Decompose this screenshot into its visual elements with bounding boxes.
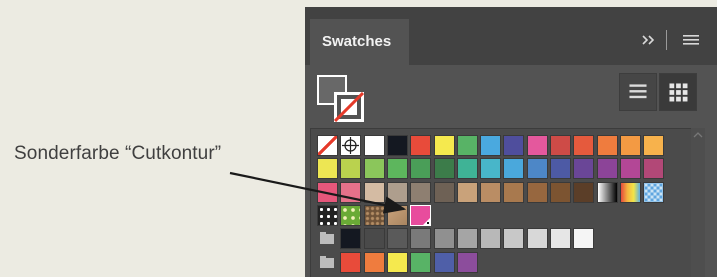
swatch[interactable]: [526, 135, 548, 156]
swatches-panel: Swatches: [305, 7, 717, 277]
swatch[interactable]: [363, 228, 385, 250]
swatch[interactable]: [410, 135, 432, 156]
swatch[interactable]: [410, 251, 432, 273]
swatch[interactable]: [386, 251, 408, 273]
swatch[interactable]: [456, 158, 478, 180]
swatch-pattern-leaf[interactable]: [340, 204, 362, 226]
swatch-group-folder-icon[interactable]: [317, 228, 338, 249]
swatch[interactable]: [386, 181, 408, 203]
swatch[interactable]: [386, 135, 408, 156]
swatch[interactable]: [619, 158, 641, 180]
swatch[interactable]: [340, 181, 362, 203]
swatch[interactable]: [573, 158, 595, 180]
collapse-panel-icon[interactable]: [640, 33, 656, 47]
swatch[interactable]: [503, 228, 525, 250]
swatch[interactable]: [573, 135, 595, 156]
swatch-pattern-check[interactable]: [643, 181, 665, 203]
tab-bar-divider: [666, 30, 667, 50]
swatch[interactable]: [433, 228, 455, 250]
swatch[interactable]: [410, 181, 432, 203]
swatch[interactable]: [410, 228, 432, 250]
swatch[interactable]: [340, 228, 362, 250]
swatch[interactable]: [480, 228, 502, 250]
swatch-grid: [310, 128, 704, 277]
grid-view-icon[interactable]: [659, 73, 697, 111]
swatch[interactable]: [526, 158, 548, 180]
scroll-up-icon[interactable]: [691, 128, 705, 142]
swatch[interactable]: [386, 158, 408, 180]
swatch[interactable]: [526, 181, 548, 203]
swatch[interactable]: [456, 135, 478, 156]
swatch[interactable]: [550, 158, 571, 180]
swatch-gradient-rainbow[interactable]: [619, 181, 641, 203]
swatch[interactable]: [363, 158, 385, 180]
swatch[interactable]: [363, 135, 385, 156]
swatch[interactable]: [503, 181, 525, 203]
view-toggle-group: [619, 73, 701, 111]
swatch-scrollbar[interactable]: [691, 128, 705, 277]
swatch[interactable]: [596, 135, 618, 156]
callout-label: Sonderfarbe “Cutkontur”: [14, 143, 222, 164]
swatch-registration-icon[interactable]: [340, 135, 362, 156]
swatch[interactable]: [643, 135, 665, 156]
swatch[interactable]: [573, 181, 595, 203]
panel-menu-icon[interactable]: [682, 33, 700, 47]
swatch[interactable]: [550, 228, 571, 250]
swatch[interactable]: [340, 251, 362, 273]
swatch[interactable]: [456, 228, 478, 250]
swatch[interactable]: [643, 158, 665, 180]
swatch[interactable]: [503, 158, 525, 180]
swatch[interactable]: [480, 158, 502, 180]
swatch-group-folder-icon[interactable]: [317, 252, 338, 273]
swatch-gradient-bw[interactable]: [596, 181, 618, 203]
panel-tab-bar: Swatches: [305, 7, 717, 65]
swatch[interactable]: [317, 181, 338, 203]
swatch[interactable]: [456, 251, 478, 273]
swatch-spot-cutkontur[interactable]: [410, 204, 432, 226]
swatch[interactable]: [340, 158, 362, 180]
swatch[interactable]: [480, 135, 502, 156]
swatch[interactable]: [317, 158, 338, 180]
swatch[interactable]: [550, 181, 571, 203]
swatch[interactable]: [433, 158, 455, 180]
swatch[interactable]: [433, 135, 455, 156]
swatch[interactable]: [433, 251, 455, 273]
tab-swatches[interactable]: Swatches: [310, 19, 409, 65]
swatch[interactable]: [619, 135, 641, 156]
list-view-icon[interactable]: [619, 73, 657, 111]
swatch[interactable]: [480, 181, 502, 203]
swatch[interactable]: [573, 228, 595, 250]
swatch-none[interactable]: [317, 135, 338, 156]
swatch[interactable]: [386, 228, 408, 250]
swatch[interactable]: [410, 158, 432, 180]
stroke-none-swatch[interactable]: [334, 92, 364, 122]
swatch[interactable]: [433, 181, 455, 203]
swatch-pattern-dots[interactable]: [317, 204, 338, 226]
swatch[interactable]: [526, 228, 548, 250]
swatch[interactable]: [456, 181, 478, 203]
swatch[interactable]: [596, 158, 618, 180]
fill-stroke-widget: [317, 75, 373, 131]
swatch[interactable]: [550, 135, 571, 156]
swatch-pattern-tan[interactable]: [386, 204, 408, 226]
swatch[interactable]: [363, 181, 385, 203]
swatch[interactable]: [363, 251, 385, 273]
swatch[interactable]: [503, 135, 525, 156]
swatch-pattern-stone[interactable]: [363, 204, 385, 226]
